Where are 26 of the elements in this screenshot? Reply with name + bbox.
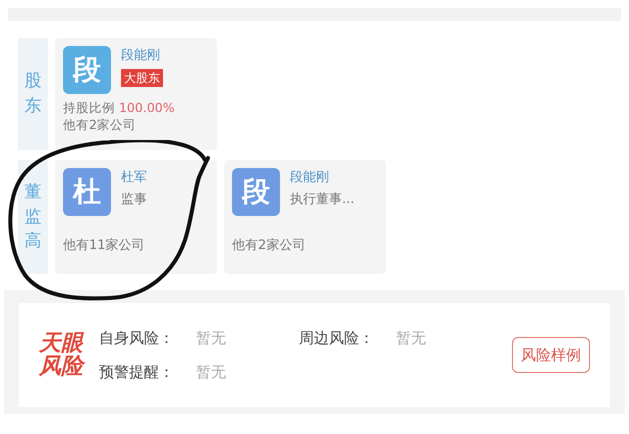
- risk-value: 暂无: [196, 328, 226, 348]
- risk-label: 预警提醒：: [99, 362, 174, 383]
- person-name[interactable]: 段能刚: [290, 168, 354, 188]
- person-name[interactable]: 段能刚: [121, 46, 163, 66]
- risk-value: 暂无: [196, 362, 226, 383]
- risk-label: 周边风险：: [299, 328, 374, 348]
- section-label: 股东: [24, 70, 42, 118]
- company-count: 他有2家公司: [63, 118, 137, 132]
- shareholder-card[interactable]: 段 段能刚 大股东 持股比例 100.00% 他有2家公司: [55, 38, 217, 150]
- company-count: 他有2家公司: [232, 237, 306, 255]
- risk-sample-button[interactable]: 风险样例: [512, 336, 590, 374]
- position-title: 监事: [121, 190, 147, 208]
- avatar: 杜: [63, 168, 111, 216]
- executive-card[interactable]: 段 段能刚 执行董事... 他有2家公司: [224, 160, 386, 274]
- risk-label: 自身风险：: [99, 328, 174, 348]
- major-shareholder-badge: 大股东: [121, 68, 163, 86]
- avatar: 段: [63, 46, 111, 94]
- risk-value: 暂无: [396, 328, 426, 348]
- executive-card[interactable]: 杜 杜军 监事 他有11家公司: [55, 160, 217, 274]
- risk-logo: 天眼风险: [39, 332, 83, 378]
- avatar: 段: [232, 168, 280, 216]
- person-name[interactable]: 杜军: [121, 168, 147, 188]
- position-title: 执行董事...: [290, 190, 354, 208]
- section-label: 董监高: [24, 181, 42, 254]
- share-ratio: 持股比例 100.00%: [63, 99, 176, 117]
- company-count: 他有11家公司: [63, 237, 146, 255]
